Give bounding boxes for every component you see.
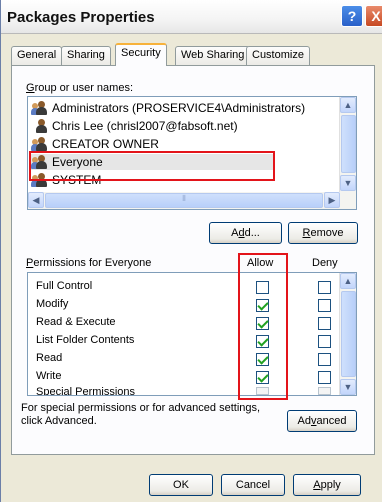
deny-read-execute-checkbox[interactable]	[318, 317, 331, 330]
user-name: Administrators (PROSERVICE4\Administrato…	[52, 101, 306, 115]
permissions-label: Permissions for Everyone	[26, 257, 152, 269]
deny-special-checkbox[interactable]	[318, 387, 331, 395]
permission-full-control: Full Control	[36, 280, 93, 292]
advanced-note: For special permissions or for advanced …	[21, 402, 261, 427]
add-button[interactable]: Ad d...	[209, 222, 282, 244]
title-bar[interactable]: Packages Properties ? X	[1, 0, 382, 34]
tab-customize[interactable]: Customize	[246, 46, 310, 65]
highlight-everyone-box	[29, 151, 275, 181]
group-icon	[31, 101, 48, 115]
scroll-thumb[interactable]	[341, 291, 356, 377]
list-item-administrators[interactable]: Administrators (PROSERVICE4\Administrato…	[31, 100, 306, 116]
close-button[interactable]: X	[365, 5, 382, 27]
scroll-left-icon[interactable]: ◀	[28, 192, 44, 208]
user-name: CREATOR OWNER	[52, 137, 159, 151]
deny-read-checkbox[interactable]	[318, 353, 331, 366]
user-icon	[32, 119, 48, 133]
scroll-down-icon[interactable]: ▼	[340, 379, 356, 395]
user-list-vertical-scrollbar[interactable]: ▲ ▼	[339, 97, 356, 209]
permission-read: Read	[36, 352, 63, 364]
permission-list-folder: List Folder Contents	[36, 334, 135, 346]
remove-button[interactable]: Remove	[288, 222, 358, 244]
user-name: Chris Lee (chrisl2007@fabsoft.net)	[52, 119, 238, 133]
scroll-thumb[interactable]: ⦀	[45, 193, 323, 208]
scroll-down-icon[interactable]: ▼	[340, 175, 356, 191]
list-item-chris-lee[interactable]: Chris Lee (chrisl2007@fabsoft.net)	[32, 118, 238, 134]
group-icon	[31, 137, 48, 151]
highlight-allow-column-box	[238, 253, 288, 400]
deny-write-checkbox[interactable]	[318, 371, 331, 384]
cancel-button[interactable]: Cancel	[221, 474, 285, 496]
advanced-button[interactable]: Ad v anced	[287, 410, 357, 432]
dialog-footer: OK Cancel Apply	[1, 458, 382, 502]
tab-security[interactable]: Security	[115, 43, 167, 66]
list-item-creator-owner[interactable]: CREATOR OWNER	[31, 136, 159, 152]
permission-special: Special Permissions	[36, 386, 136, 395]
scroll-thumb[interactable]	[341, 115, 356, 173]
help-button[interactable]: ?	[341, 5, 363, 27]
permission-write: Write	[36, 370, 62, 382]
apply-button[interactable]: Apply	[293, 474, 361, 496]
window-title: Packages Properties	[7, 9, 155, 26]
deny-list-folder-checkbox[interactable]	[318, 335, 331, 348]
permission-modify: Modify	[36, 298, 69, 310]
permissions-list: Full Control Modify Read & Execute List …	[27, 272, 357, 396]
tab-general[interactable]: General	[11, 46, 63, 65]
deny-full-control-checkbox[interactable]	[318, 281, 331, 294]
user-list-horizontal-scrollbar[interactable]: ◀ ⦀ ▶	[28, 192, 340, 209]
permissions-vertical-scrollbar[interactable]: ▲ ▼	[339, 273, 356, 395]
ok-button[interactable]: OK	[149, 474, 213, 496]
group-names-label: Group or user names:	[26, 82, 133, 94]
permission-read-execute: Read & Execute	[36, 316, 116, 328]
scroll-right-icon[interactable]: ▶	[324, 192, 340, 208]
properties-dialog: Packages Properties ? X General Sharing …	[0, 0, 382, 502]
deny-header: Deny	[312, 257, 338, 269]
tab-sharing[interactable]: Sharing	[61, 46, 111, 65]
scroll-up-icon[interactable]: ▲	[340, 273, 356, 289]
scroll-up-icon[interactable]: ▲	[340, 97, 356, 113]
tab-web-sharing[interactable]: Web Sharing	[175, 46, 251, 65]
deny-modify-checkbox[interactable]	[318, 299, 331, 312]
